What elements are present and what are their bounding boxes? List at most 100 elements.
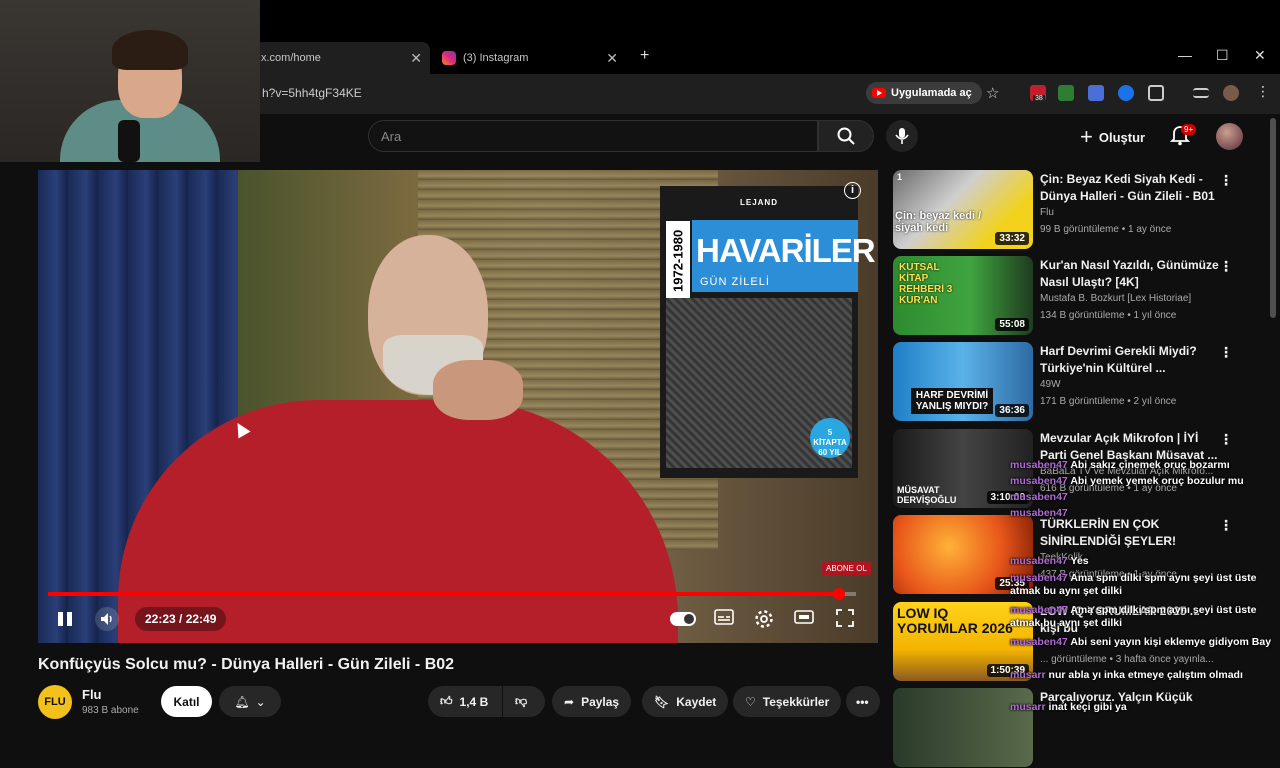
puzzle-icon[interactable] bbox=[1148, 85, 1164, 101]
share-icon: ➦ bbox=[564, 694, 575, 709]
thumbnail[interactable]: 1 Çin: beyaz kedi / siyah kedi 33:32 bbox=[893, 170, 1033, 249]
scrubber-handle[interactable] bbox=[833, 588, 846, 600]
webcam-overlay bbox=[0, 0, 260, 162]
translate-icon[interactable] bbox=[1088, 85, 1104, 101]
chat-message: musarr nur abla yı inka etmeye çalıştım … bbox=[1010, 669, 1280, 682]
kebab-menu-icon[interactable]: ⋮ bbox=[1219, 172, 1233, 189]
book-years: 1972-1980 bbox=[666, 221, 690, 301]
tab-x-home[interactable]: x.com/home ✕ bbox=[255, 42, 430, 74]
extension-icon[interactable] bbox=[1058, 85, 1074, 101]
open-in-app-label: Uygulamada aç bbox=[891, 87, 972, 99]
like-button[interactable]: 👍︎ 1,4 B bbox=[428, 686, 502, 717]
duration-badge: 55:08 bbox=[995, 318, 1029, 331]
thumbnail-text: MÜSAVAT DERVİŞOĞLU bbox=[897, 485, 957, 505]
recommendation-title[interactable]: Çin: Beyaz Kedi Siyah Kedi - Dünya Halle… bbox=[1040, 171, 1220, 205]
time-display: 22:23 / 22:49 bbox=[135, 607, 227, 631]
share-button[interactable]: ➦ Paylaş bbox=[552, 686, 632, 717]
kebab-menu-icon[interactable]: ⋮ bbox=[1256, 83, 1270, 100]
kebab-menu-icon[interactable]: ⋮ bbox=[1219, 258, 1233, 275]
recommendation-channel[interactable]: 49W bbox=[1040, 379, 1061, 390]
chat-text: inat keçi gibi ya bbox=[1048, 701, 1127, 713]
thanks-button[interactable]: ♡ Teşekkürler bbox=[733, 686, 842, 717]
tab-instagram[interactable]: (3) Instagram ✕ bbox=[436, 42, 626, 74]
subtitles-button[interactable] bbox=[714, 609, 736, 629]
recommendation-meta: 134 B görüntüleme • 1 yıl önce bbox=[1040, 310, 1177, 321]
thumbnail-text: HARF DEVRİMİ YANLIŞ MIYDI? bbox=[911, 388, 993, 414]
subscriber-count: 983 B abone bbox=[82, 705, 139, 716]
fullscreen-button[interactable] bbox=[836, 609, 858, 629]
theater-mode-button[interactable] bbox=[794, 609, 816, 629]
chat-text: nur abla yı inka etmeye çalıştım olmadı bbox=[1048, 669, 1243, 681]
thumbnail[interactable]: HARF DEVRİMİ YANLIŞ MIYDI? 36:36 bbox=[893, 342, 1033, 421]
chat-text: Abi yemek yemek oruç bozulur mu bbox=[1070, 475, 1244, 487]
star-icon[interactable]: ☆ bbox=[986, 84, 999, 102]
chat-username: musarr bbox=[1010, 669, 1046, 681]
kebab-menu-icon[interactable]: ⋮ bbox=[1219, 431, 1233, 448]
chat-message: musarr inat keçi gibi ya bbox=[1010, 701, 1280, 714]
recommendation-meta: 171 B görüntüleme • 2 yıl önce bbox=[1040, 396, 1177, 407]
plus-icon: + bbox=[1080, 124, 1093, 149]
ellipsis-icon: ••• bbox=[856, 694, 869, 709]
subscribe-watermark[interactable]: ABONE OL bbox=[822, 562, 871, 575]
new-tab-icon[interactable]: + bbox=[640, 47, 649, 65]
theater-icon bbox=[794, 610, 814, 624]
like-count: 1,4 B bbox=[459, 694, 489, 709]
thumbnail-text: Çin: beyaz kedi / siyah kedi bbox=[895, 210, 982, 234]
fullscreen-icon bbox=[836, 609, 854, 627]
recommendation-item[interactable]: 1 Çin: beyaz kedi / siyah kedi 33:32 Çin… bbox=[893, 170, 1263, 250]
save-button[interactable]: 🔖︎ Kaydet bbox=[642, 686, 729, 717]
recommendation-title[interactable]: Harf Devrimi Gerekli Miydi? Türkiye'nin … bbox=[1040, 343, 1220, 377]
chevron-down-icon: ⌄ bbox=[255, 694, 266, 709]
duration-badge: 33:32 bbox=[995, 232, 1029, 245]
search-button[interactable] bbox=[818, 120, 874, 152]
recommendation-channel[interactable]: Mustafa B. Bozkurt [Lex Historiae] bbox=[1040, 293, 1191, 304]
autoplay-toggle[interactable] bbox=[670, 612, 696, 626]
open-in-app-button[interactable]: Uygulamada aç bbox=[866, 82, 982, 104]
channel-name[interactable]: Flu bbox=[82, 687, 102, 702]
pause-button[interactable] bbox=[56, 610, 74, 628]
info-icon[interactable]: i bbox=[844, 182, 861, 199]
chat-username: musaben47 bbox=[1010, 636, 1068, 648]
save-label: Kaydet bbox=[676, 694, 717, 709]
profile-avatar[interactable] bbox=[1223, 85, 1239, 101]
recommendation-channel[interactable]: Flu bbox=[1040, 207, 1054, 218]
youtube-icon bbox=[872, 88, 886, 98]
book-subtitle: GÜN ZİLELİ bbox=[700, 276, 770, 288]
search-placeholder: Ara bbox=[381, 128, 402, 144]
voice-search-button[interactable] bbox=[886, 120, 918, 152]
gear-icon bbox=[755, 610, 773, 628]
kebab-menu-icon[interactable]: ⋮ bbox=[1219, 344, 1233, 361]
volume-button[interactable] bbox=[95, 607, 119, 631]
recommendation-title[interactable]: Kur'an Nasıl Yazıldı, Günümüze Nasıl Ula… bbox=[1040, 257, 1220, 291]
chat-username: musaben47 bbox=[1010, 555, 1068, 567]
account-avatar[interactable] bbox=[1216, 123, 1243, 150]
chat-username: musaben47 bbox=[1010, 459, 1068, 471]
settings-button[interactable] bbox=[754, 609, 776, 629]
close-window-icon[interactable]: ✕ bbox=[1254, 47, 1266, 64]
recommendation-item[interactable]: HARF DEVRİMİ YANLIŞ MIYDI? 36:36 Harf De… bbox=[893, 342, 1263, 422]
close-icon[interactable]: ✕ bbox=[606, 50, 618, 67]
thumbnail[interactable]: KUTSAL KİTAP REHBERİ 3 KUR'AN 55:08 bbox=[893, 256, 1033, 335]
minimize-icon[interactable]: — bbox=[1178, 47, 1192, 63]
reading-list-icon[interactable] bbox=[1193, 88, 1209, 98]
heart-dollar-icon: ♡ bbox=[745, 694, 756, 709]
url-field[interactable]: h?v=5hh4tgF34KE bbox=[262, 86, 362, 100]
maximize-icon[interactable]: ☐ bbox=[1216, 47, 1229, 64]
subscription-bell-button[interactable]: 🔔︎ ⌄ bbox=[219, 686, 281, 717]
close-icon[interactable]: ✕ bbox=[410, 50, 422, 67]
chat-message: musaben47 Ama spm dilki spm aynı şeyi üs… bbox=[1010, 604, 1280, 630]
create-button[interactable]: + Oluştur bbox=[1080, 125, 1145, 149]
more-actions-button[interactable]: ••• bbox=[846, 686, 880, 717]
dislike-button[interactable]: 👎︎ bbox=[503, 686, 545, 717]
thanks-label: Teşekkürler bbox=[762, 694, 830, 709]
microphone-icon bbox=[895, 128, 909, 144]
search-input[interactable]: Ara bbox=[368, 120, 818, 152]
extension-badge: 38 bbox=[1033, 95, 1045, 102]
chat-text: Abi sakız çinemek oruç bozarmı bbox=[1070, 459, 1230, 471]
extension-icon[interactable] bbox=[1118, 85, 1134, 101]
recommendation-item[interactable]: KUTSAL KİTAP REHBERİ 3 KUR'AN 55:08 Kur'… bbox=[893, 256, 1263, 336]
join-button[interactable]: Katıl bbox=[161, 686, 212, 717]
channel-avatar[interactable]: FLU bbox=[38, 685, 72, 719]
recommendation-meta: 99 B görüntüleme • 1 ay önce bbox=[1040, 224, 1172, 235]
scrollbar[interactable] bbox=[1270, 118, 1276, 318]
